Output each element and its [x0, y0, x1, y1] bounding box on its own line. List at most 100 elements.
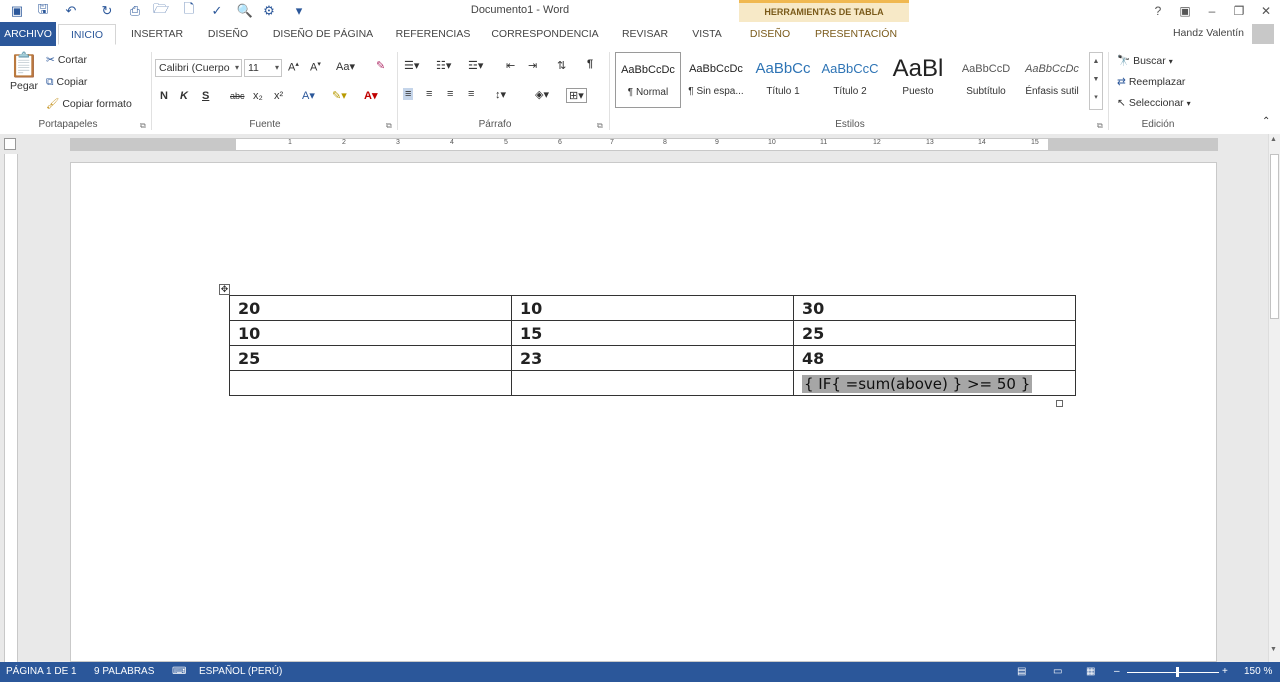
copy-button[interactable]: ⧉ Copiar: [46, 76, 87, 89]
style-normal[interactable]: AaBbCcDc ¶ Normal: [615, 52, 681, 108]
style-puesto[interactable]: AaBl Puesto: [885, 52, 951, 108]
zoom-out-icon[interactable]: –: [1114, 666, 1120, 677]
more-styles-icon[interactable]: ▾: [1090, 89, 1102, 107]
zoom-slider-thumb[interactable]: [1176, 667, 1179, 677]
replace-button[interactable]: ⇄ Reemplazar: [1117, 76, 1185, 88]
clear-format-icon[interactable]: ✎: [376, 59, 385, 72]
paste-button[interactable]: 📋 Pegar: [8, 52, 40, 92]
page-count[interactable]: PÁGINA 1 DE 1: [6, 666, 77, 677]
chevron-down-icon[interactable]: ▼: [1090, 71, 1102, 89]
justify-icon[interactable]: ≡: [468, 88, 474, 100]
increase-indent-icon[interactable]: ⇥: [528, 59, 537, 72]
undo-icon[interactable]: ↶: [62, 2, 80, 20]
proofing-icon[interactable]: ⌨: [172, 666, 186, 677]
grow-font-icon[interactable]: A▴: [288, 60, 299, 74]
text-effects-icon[interactable]: A▾: [302, 89, 315, 102]
table-cell[interactable]: [229, 370, 512, 396]
sort-icon[interactable]: ⇅: [557, 59, 566, 72]
spelling-icon[interactable]: ✓: [208, 2, 226, 20]
print-layout-icon[interactable]: ▭: [1053, 666, 1062, 677]
tab-referencias[interactable]: REFERENCIAS: [388, 24, 478, 45]
style-sin-espaciado[interactable]: AaBbCcDc ¶ Sin espa...: [683, 52, 749, 108]
font-color-icon[interactable]: A▾: [364, 89, 377, 102]
clipboard-launcher-icon[interactable]: ⧉: [140, 121, 146, 131]
zoom-in-icon[interactable]: +: [1222, 666, 1228, 677]
font-name-combo[interactable]: Calibri (Cuerpo ▾: [155, 59, 242, 77]
tab-selector[interactable]: [4, 138, 16, 150]
table-cell[interactable]: [511, 370, 794, 396]
table-cell[interactable]: 10: [511, 295, 794, 321]
customize-qat-icon[interactable]: ⚙: [260, 2, 278, 20]
style-titulo-1[interactable]: AaBbCc Título 1: [750, 52, 816, 108]
font-size-combo[interactable]: 11 ▾: [244, 59, 282, 77]
print-icon[interactable]: ⎙: [126, 2, 144, 20]
tab-presentacion[interactable]: PRESENTACIÓN: [806, 24, 906, 45]
change-case-icon[interactable]: Aa▾: [336, 60, 355, 73]
table-cell[interactable]: 23: [511, 345, 794, 371]
document-page[interactable]: [70, 162, 1217, 662]
borders-icon[interactable]: ⊞▾: [566, 88, 587, 103]
horizontal-ruler[interactable]: 1 2 3 4 5 6 7 8 9 10 11 12 13 14 15: [70, 138, 1218, 151]
style-titulo-2[interactable]: AaBbCcC Título 2: [817, 52, 883, 108]
avatar[interactable]: [1252, 24, 1274, 44]
styles-scroll[interactable]: ▲ ▼ ▾: [1089, 52, 1103, 110]
multilevel-list-icon[interactable]: ☲▾: [468, 59, 483, 72]
style-enfasis-sutil[interactable]: AaBbCcDc Énfasis sutil: [1019, 52, 1085, 108]
select-button[interactable]: ↖ Seleccionar ▾: [1117, 97, 1191, 109]
cut-button[interactable]: ✂ Cortar: [46, 54, 87, 66]
language-indicator[interactable]: ESPAÑOL (PERÚ): [199, 666, 282, 677]
chevron-up-icon[interactable]: ▲: [1270, 136, 1277, 143]
decrease-indent-icon[interactable]: ⇤: [506, 59, 515, 72]
word-count[interactable]: 9 PALABRAS: [94, 666, 154, 677]
find-button[interactable]: 🔭 Buscar ▾: [1117, 54, 1173, 67]
user-name[interactable]: Handz Valentín: [1173, 27, 1244, 39]
bold-button[interactable]: N: [160, 90, 168, 102]
table-cell-field[interactable]: { IF{ =sum(above) } >= 50 }: [793, 370, 1076, 396]
table-cell[interactable]: 25: [229, 345, 512, 371]
table-cell[interactable]: 48: [793, 345, 1076, 371]
numbering-icon[interactable]: ☷▾: [436, 59, 451, 72]
tab-table-diseno[interactable]: DISEÑO: [740, 24, 800, 45]
table-cell[interactable]: 10: [229, 320, 512, 346]
tab-correspondencia[interactable]: CORRESPONDENCIA: [484, 24, 606, 45]
paragraph-launcher-icon[interactable]: ⧉: [597, 121, 603, 131]
web-layout-icon[interactable]: ▦: [1086, 666, 1095, 677]
close-button[interactable]: ✕: [1255, 2, 1277, 20]
redo-icon[interactable]: ↻: [98, 2, 116, 20]
highlight-icon[interactable]: ✎▾: [332, 89, 347, 102]
line-spacing-icon[interactable]: ↕▾: [495, 88, 506, 101]
shading-icon[interactable]: ◈▾: [535, 88, 549, 101]
scroll-thumb[interactable]: [1270, 154, 1279, 319]
table-resize-handle[interactable]: [1056, 400, 1063, 407]
bullets-icon[interactable]: ☰▾: [404, 59, 419, 72]
collapse-ribbon-icon[interactable]: ⌃: [1262, 116, 1270, 127]
align-right-icon[interactable]: ≡: [447, 88, 453, 100]
open-icon[interactable]: 🗁: [152, 1, 170, 20]
styles-launcher-icon[interactable]: ⧉: [1097, 121, 1103, 131]
help-button[interactable]: ?: [1147, 2, 1169, 20]
font-launcher-icon[interactable]: ⧉: [386, 121, 392, 131]
tab-revisar[interactable]: REVISAR: [612, 24, 678, 45]
vertical-scrollbar[interactable]: ▲ ▼: [1268, 134, 1280, 662]
tab-archivo[interactable]: ARCHIVO: [0, 22, 56, 46]
table-cell[interactable]: 15: [511, 320, 794, 346]
strikethrough-button[interactable]: abc: [230, 91, 245, 101]
subscript-button[interactable]: x₂: [253, 90, 263, 102]
shrink-font-icon[interactable]: A▾: [310, 60, 321, 74]
tab-insertar[interactable]: INSERTAR: [122, 24, 192, 45]
minimize-button[interactable]: –: [1201, 2, 1223, 20]
restore-button[interactable]: ❐: [1228, 2, 1250, 20]
table-move-handle-icon[interactable]: ✥: [219, 284, 230, 295]
chevron-up-icon[interactable]: ▲: [1090, 53, 1102, 71]
zoom-level[interactable]: 150 %: [1244, 666, 1272, 677]
vertical-ruler[interactable]: [4, 154, 18, 662]
italic-button[interactable]: K: [180, 90, 188, 102]
tab-diseno[interactable]: DISEÑO: [198, 24, 258, 45]
field-code[interactable]: { IF{ =sum(above) } >= 50 }: [802, 374, 1033, 393]
show-marks-icon[interactable]: ¶: [587, 58, 593, 70]
save-icon[interactable]: 🖫: [34, 1, 52, 20]
underline-button[interactable]: S: [202, 90, 209, 102]
ribbon-display-icon[interactable]: ▣: [1174, 2, 1196, 20]
preview-icon[interactable]: 🔍: [236, 2, 254, 20]
superscript-button[interactable]: x²: [274, 90, 283, 102]
